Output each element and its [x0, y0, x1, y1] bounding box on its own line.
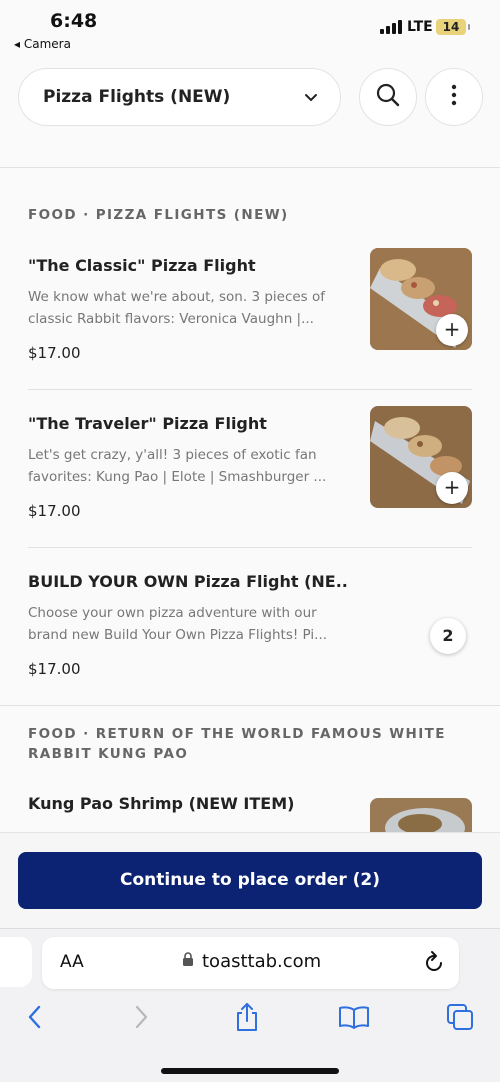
- item-price: $17.00: [28, 344, 81, 362]
- item-name: "The Traveler" Pizza Flight: [28, 414, 267, 433]
- back-button[interactable]: [14, 999, 54, 1039]
- menu-category-select[interactable]: Pizza Flights (NEW): [18, 68, 341, 126]
- cart-quantity-badge[interactable]: 2: [430, 618, 466, 654]
- reload-icon[interactable]: [423, 950, 445, 978]
- chevron-right-icon: [135, 1005, 149, 1033]
- item-price: $17.00: [28, 660, 81, 678]
- item-description: Choose your own pizza adventure with our…: [28, 605, 328, 643]
- share-button[interactable]: [227, 999, 267, 1039]
- forward-button[interactable]: [122, 999, 162, 1039]
- url-display[interactable]: toasttab.com: [182, 951, 321, 972]
- browser-chrome: AA toasttab.com: [0, 928, 500, 1082]
- item-divider: [28, 547, 472, 548]
- battery-icon: 14: [436, 19, 470, 35]
- more-options-button[interactable]: [425, 68, 483, 126]
- url-text: toasttab.com: [202, 951, 322, 972]
- order-bar: Continue to place order (2): [0, 832, 500, 928]
- signal-icon: [380, 20, 402, 34]
- item-photo: +: [370, 406, 472, 508]
- back-to-camera-link[interactable]: ◂ Camera: [14, 37, 71, 51]
- menu-header: Pizza Flights (NEW): [0, 68, 500, 128]
- lock-icon: [182, 951, 194, 972]
- item-divider: [28, 389, 472, 390]
- item-photo: +: [370, 248, 472, 350]
- add-item-button[interactable]: +: [436, 472, 468, 504]
- menu-category-label: Pizza Flights (NEW): [43, 87, 231, 107]
- text-size-button[interactable]: AA: [60, 952, 84, 972]
- address-bar[interactable]: AA toasttab.com: [42, 937, 459, 989]
- header-divider: [0, 167, 500, 168]
- home-indicator: [161, 1068, 339, 1074]
- previous-tab-preview[interactable]: [0, 937, 32, 987]
- share-icon: [234, 1002, 260, 1036]
- continue-to-order-button[interactable]: Continue to place order (2): [18, 852, 482, 909]
- item-description: Let's get crazy, y'all! 3 pieces of exot…: [28, 447, 327, 485]
- network-label: LTE: [407, 19, 433, 35]
- item-photo: [370, 798, 472, 832]
- tabs-button[interactable]: [440, 999, 480, 1039]
- clock: 6:48: [50, 10, 98, 32]
- chevron-down-icon: [304, 88, 318, 107]
- chevron-left-icon: [27, 1005, 41, 1033]
- section-title-kung-pao: FOOD · RETURN OF THE WORLD FAMOUS WHITE …: [28, 726, 446, 762]
- browser-toolbar: [0, 999, 500, 1039]
- bookmarks-button[interactable]: [334, 999, 374, 1039]
- section-title-pizza-flights: FOOD · PIZZA FLIGHTS (NEW): [28, 207, 289, 223]
- status-bar: 6:48 ◂ Camera LTE 14: [0, 0, 500, 56]
- book-icon: [338, 1005, 370, 1033]
- item-name: "The Classic" Pizza Flight: [28, 256, 256, 275]
- tabs-icon: [446, 1003, 474, 1035]
- item-description: We know what we're about, son. 3 pieces …: [28, 289, 326, 327]
- search-button[interactable]: [359, 68, 417, 126]
- item-name: BUILD YOUR OWN Pizza Flight (NE...: [28, 572, 348, 591]
- more-vertical-icon: [451, 84, 457, 110]
- item-name: Kung Pao Shrimp (NEW ITEM): [28, 794, 295, 813]
- menu-item-kung-pao-shrimp[interactable]: Kung Pao Shrimp (NEW ITEM): [28, 794, 472, 832]
- item-price: $17.00: [28, 502, 81, 520]
- section-divider: [0, 705, 500, 706]
- add-item-button[interactable]: +: [436, 314, 468, 346]
- search-icon: [375, 82, 401, 112]
